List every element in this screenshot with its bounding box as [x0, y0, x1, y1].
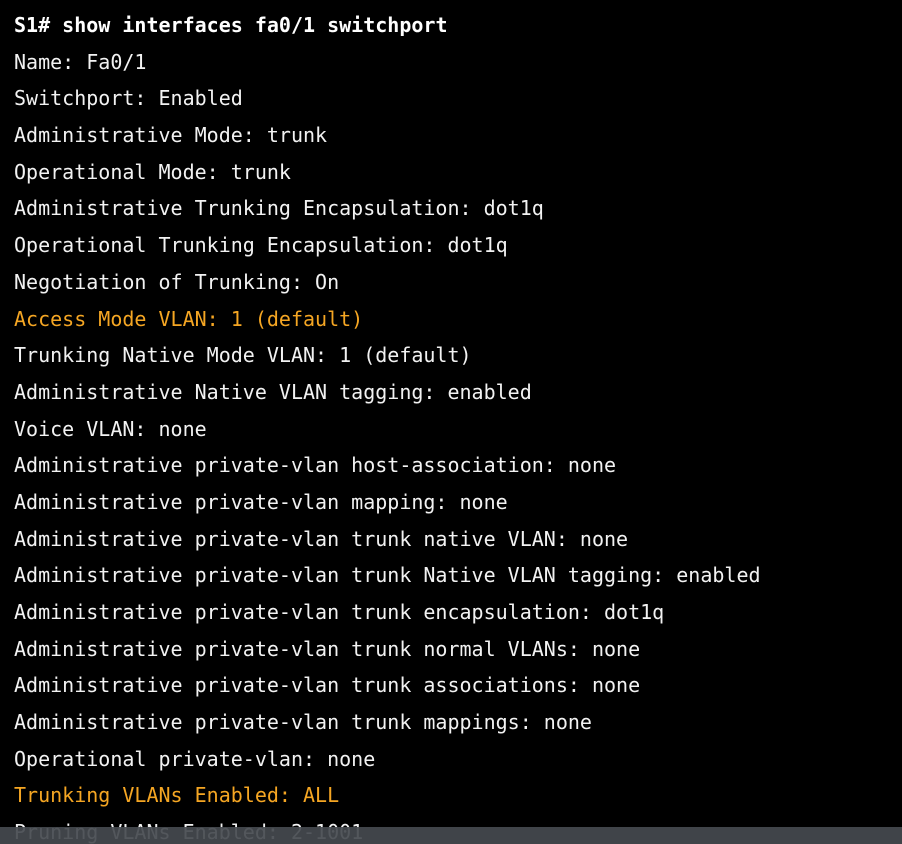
output-line: Administrative private-vlan mapping: non…: [14, 489, 508, 514]
output-line: Operational Mode: trunk: [14, 159, 291, 184]
output-line: Switchport: Enabled: [14, 86, 243, 111]
output-line: Operational private-vlan: none: [14, 746, 376, 771]
command-line: S1# show interfaces fa0/1 switchport: [14, 7, 902, 44]
output-line: Name: Fa0/1: [14, 49, 147, 74]
output-line: Administrative private-vlan trunk native…: [14, 526, 629, 551]
output-line: Administrative private-vlan trunk mappin…: [14, 710, 592, 735]
output-line: Administrative Native VLAN tagging: enab…: [14, 379, 532, 404]
output-line: Administrative private-vlan trunk encaps…: [14, 600, 665, 624]
output-line: Administrative private-vlan trunk Native…: [14, 563, 761, 588]
command-text: show interfaces fa0/1 switchport: [62, 13, 448, 37]
output-line: Trunking Native Mode VLAN: 1 (default): [14, 343, 472, 368]
output-line: Administrative Mode: trunk: [14, 123, 328, 148]
horizontal-scrollbar[interactable]: [0, 827, 902, 844]
terminal-window[interactable]: S1# show interfaces fa0/1 switchport Nam…: [0, 0, 902, 844]
output-line: Access Mode VLAN: 1 (default): [14, 306, 364, 331]
prompt: S1#: [14, 13, 51, 37]
output-line: Negotiation of Trunking: On: [14, 269, 340, 294]
output-line: Trunking VLANs Enabled: ALL: [14, 783, 340, 808]
command-output: Name: Fa0/1 Switchport: Enabled Administra…: [14, 44, 902, 844]
output-line: Administrative private-vlan trunk associ…: [14, 673, 641, 698]
output-line: Administrative private-vlan host-associa…: [14, 453, 617, 478]
output-line: Operational Trunking Encapsulation: dot1…: [14, 233, 508, 258]
output-line: Administrative private-vlan trunk normal…: [14, 636, 641, 661]
output-line: Voice VLAN: none: [14, 416, 207, 441]
output-line: Administrative Trunking Encapsulation: d…: [14, 196, 544, 221]
